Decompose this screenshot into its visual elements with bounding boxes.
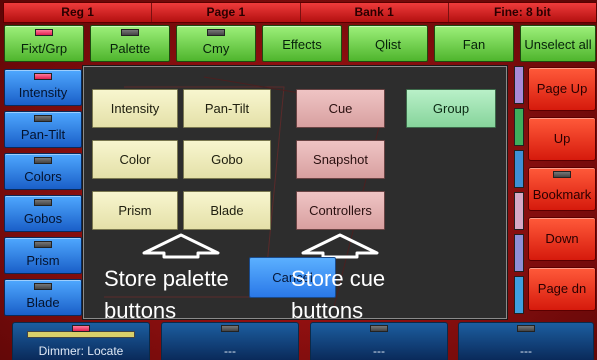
prism-button[interactable]: Prism: [4, 237, 82, 274]
color-swatch[interactable]: [514, 108, 524, 146]
led-indicator: [34, 115, 52, 122]
button-label: Down: [545, 231, 579, 246]
led-indicator: [35, 29, 53, 36]
up-button[interactable]: Up: [528, 117, 596, 161]
led-indicator: [517, 325, 535, 332]
color-swatch[interactable]: [514, 234, 524, 272]
store-cue-button[interactable]: Cue: [296, 89, 385, 128]
store-prism-palette-button[interactable]: Prism: [92, 191, 178, 230]
led-indicator: [34, 199, 52, 206]
status-bank: Bank 1: [301, 3, 449, 22]
status-register: Reg 1: [4, 3, 153, 22]
bookmark-button[interactable]: Bookmark: [528, 167, 596, 211]
color-swatch[interactable]: [514, 66, 524, 104]
button-label: Fan: [462, 37, 486, 52]
fan-button[interactable]: Fan: [434, 25, 514, 62]
led-indicator: [34, 157, 52, 164]
led-indicator: [121, 29, 139, 36]
down-button[interactable]: Down: [528, 217, 596, 261]
status-bar: Reg 1 Page 1 Bank 1 Fine: 8 bit: [3, 2, 597, 23]
button-label: Qlist: [375, 37, 401, 52]
level-bar: [27, 331, 135, 338]
unselect-all-button[interactable]: Unselect all: [520, 25, 596, 62]
button-label: Prism: [26, 253, 60, 268]
gobos-button[interactable]: Gobos: [4, 195, 82, 232]
color-swatch[interactable]: [514, 192, 524, 230]
color-swatch[interactable]: [514, 150, 524, 188]
colors-button[interactable]: Colors: [4, 153, 82, 190]
page-up-button[interactable]: Page Up: [528, 67, 596, 111]
annotation-store-palette-2: buttons: [104, 298, 177, 323]
led-indicator: [221, 325, 239, 332]
intensity-button[interactable]: Intensity: [4, 69, 82, 106]
up-arrow-icon: [142, 233, 220, 259]
effects-button[interactable]: Effects: [262, 25, 342, 62]
encoder-label: ---: [373, 344, 385, 358]
button-label: Cmy: [202, 41, 230, 56]
led-indicator: [207, 29, 225, 36]
led-indicator: [553, 171, 571, 178]
store-pan-tilt-palette-button[interactable]: Pan-Tilt: [183, 89, 271, 128]
led-indicator: [72, 325, 90, 332]
palette-button[interactable]: Palette: [90, 25, 170, 62]
encoder-2[interactable]: ---: [161, 322, 299, 360]
status-page: Page 1: [152, 3, 301, 22]
status-fine: Fine: 8 bit: [494, 5, 551, 19]
pan-tilt-button[interactable]: Pan-Tilt: [4, 111, 82, 148]
store-snapshot-button[interactable]: Snapshot: [296, 140, 385, 179]
store-intensity-palette-button[interactable]: Intensity: [92, 89, 178, 128]
store-controllers-button[interactable]: Controllers: [296, 191, 385, 230]
encoder-label: ---: [224, 344, 236, 358]
led-indicator: [370, 325, 388, 332]
store-gobo-palette-button[interactable]: Gobo: [183, 140, 271, 179]
color-swatch[interactable]: [514, 276, 524, 314]
encoder-3[interactable]: ---: [310, 322, 448, 360]
encoder-label: ---: [520, 344, 532, 358]
cmy-button[interactable]: Cmy: [176, 25, 256, 62]
button-label: Gobos: [23, 211, 63, 226]
button-label: Up: [553, 131, 571, 146]
annotation-store-cue: Store cue: [291, 266, 386, 291]
annotation-store-cue-2: buttons: [291, 298, 364, 323]
button-label: Fixt/Grp: [20, 41, 68, 56]
encoder-4[interactable]: ---: [458, 322, 594, 360]
button-label: Page dn: [537, 281, 587, 296]
encoder-label: Dimmer: Locate: [38, 344, 124, 358]
button-label: Palette: [109, 41, 151, 56]
button-label: Bookmark: [532, 187, 592, 202]
led-indicator: [34, 283, 52, 290]
button-label: Colors: [24, 169, 62, 184]
page-dn-button[interactable]: Page dn: [528, 267, 596, 311]
led-indicator: [34, 241, 52, 248]
button-label: Intensity: [18, 85, 68, 100]
store-blade-palette-button[interactable]: Blade: [183, 191, 271, 230]
store-color-palette-button[interactable]: Color: [92, 140, 178, 179]
up-arrow-icon: [301, 233, 379, 259]
store-group-button[interactable]: Group: [406, 89, 496, 128]
fixt-grp-button[interactable]: Fixt/Grp: [4, 25, 84, 62]
button-label: Effects: [282, 37, 322, 52]
blade-button[interactable]: Blade: [4, 279, 82, 316]
qlist-button[interactable]: Qlist: [348, 25, 428, 62]
button-label: Unselect all: [524, 37, 592, 52]
button-label: Page Up: [536, 81, 588, 96]
app-window: Reg 1 Page 1 Bank 1 Fine: 8 bit Fixt/Grp…: [0, 0, 597, 360]
button-label: Pan-Tilt: [20, 127, 66, 142]
encoder-1[interactable]: Dimmer: Locate: [12, 322, 150, 360]
annotation-store-palette: Store palette: [104, 266, 229, 291]
led-indicator: [34, 73, 52, 80]
button-label: Blade: [26, 295, 60, 310]
